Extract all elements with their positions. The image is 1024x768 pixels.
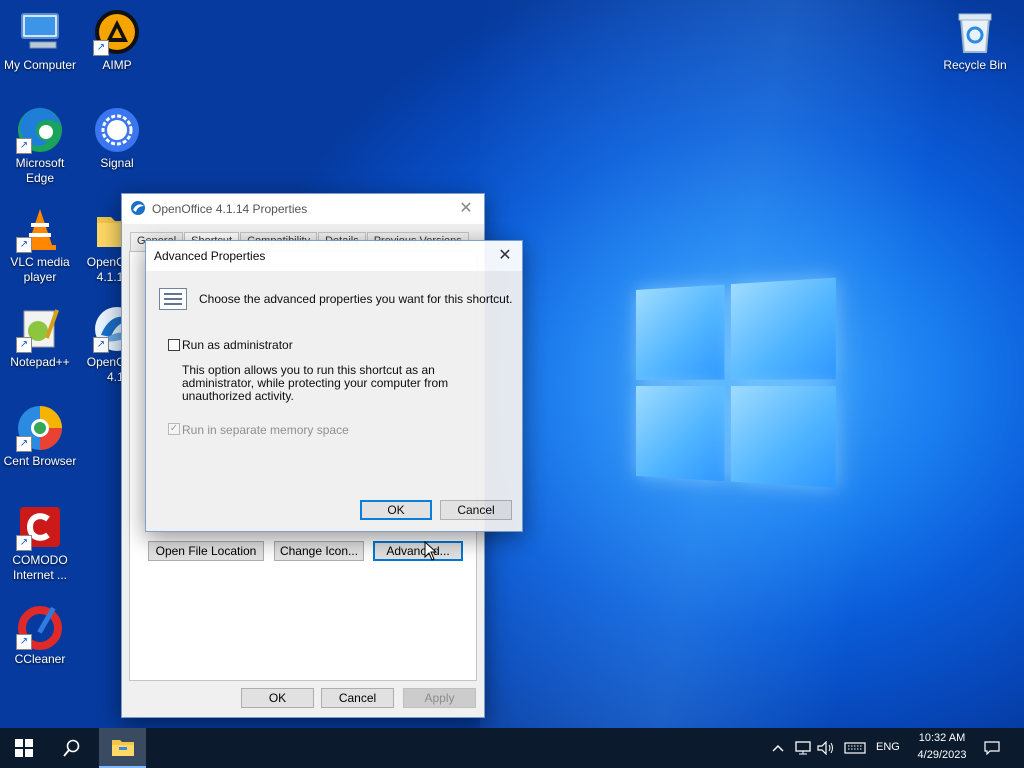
icon-label: Recycle Bin [943,58,1007,72]
shortcut-arrow-icon: ↗ [93,40,109,56]
desktop-icon-my-computer[interactable]: My Computer [0,8,80,73]
mouse-cursor-icon [424,540,438,561]
run-as-administrator-checkbox[interactable] [168,339,180,351]
cancel-button[interactable]: Cancel [321,688,394,708]
run-as-administrator-label[interactable]: Run as administrator [182,338,293,352]
clock-time[interactable]: 10:32 AM [913,732,971,744]
clock-date[interactable]: 4/29/2023 [911,749,973,761]
advanced-cancel-button[interactable]: Cancel [440,500,512,520]
icon-label: COMODO Internet ... [12,553,68,582]
shortcut-arrow-icon: ↗ [16,237,32,253]
signal-icon [93,106,141,154]
advanced-button[interactable]: Advanced... [373,541,463,561]
icon-label: Microsoft Edge [15,156,65,185]
openoffice-small-icon [130,200,146,219]
separate-memory-label: Run in separate memory space [182,423,349,437]
icon-label: Signal [100,156,134,170]
description-line: unauthorized activity. [182,389,294,403]
advanced-title: Advanced Properties [154,249,266,263]
icon-label: AIMP [102,58,132,72]
keyboard-icon [844,742,866,754]
input-language[interactable]: ENG [876,741,900,753]
icon-label: Cent Browser [3,454,77,468]
desktop-icon-edge[interactable]: ↗ Microsoft Edge [0,106,80,186]
desktop-icon-vlc[interactable]: ↗ VLC media player [0,205,80,285]
touch-keyboard-button[interactable] [842,728,868,768]
advanced-titlebar[interactable]: Advanced Properties ✕ [146,241,522,271]
desktop-icon-notepadpp[interactable]: ↗ Notepad++ [0,305,80,370]
properties-title: OpenOffice 4.1.14 Properties [152,202,308,216]
desktop-icon-recycle-bin[interactable]: Recycle Bin [935,8,1015,73]
comodo-icon: ↗ [16,503,64,551]
advanced-ok-button[interactable]: OK [360,500,432,520]
computer-icon [16,8,64,56]
taskbar: ENG 10:32 AM 4/29/2023 [0,728,1024,768]
shortcut-arrow-icon: ↗ [16,337,32,353]
properties-titlebar[interactable]: OpenOffice 4.1.14 Properties ✕ [122,194,484,224]
desktop-icon-aimp[interactable]: ↗ AIMP [77,8,157,73]
windows-logo-wallpaper [636,277,836,493]
file-explorer-icon [111,740,134,756]
shortcut-arrow-icon: ↗ [16,436,32,452]
chevron-up-icon [772,744,784,752]
icon-label: Notepad++ [10,355,70,369]
desktop-icon-signal[interactable]: Signal [77,106,157,171]
properties-list-icon [159,288,187,310]
shortcut-arrow-icon: ↗ [16,634,32,650]
search-button[interactable] [48,728,96,768]
open-file-location-button[interactable]: Open File Location [148,541,264,561]
notification-icon [984,741,1000,755]
action-center-button[interactable] [980,728,1004,768]
icon-label: CCleaner [14,652,66,666]
notepadpp-icon: ↗ [16,305,64,353]
advanced-header-text: Choose the advanced properties you want … [199,292,513,306]
taskbar-file-explorer[interactable] [99,728,146,768]
run-as-admin-description: This option allows you to run this short… [182,364,457,403]
start-button[interactable] [0,728,48,768]
separate-memory-checkbox: ✓ [168,423,180,435]
network-button[interactable] [792,728,814,768]
advanced-properties-dialog: Advanced Properties ✕ Choose the advance… [145,240,523,532]
volume-button[interactable] [816,728,836,768]
icon-label: VLC media player [10,255,70,284]
show-hidden-icons-button[interactable] [770,728,786,768]
desktop-icon-ccleaner[interactable]: ↗ CCleaner [0,602,80,667]
windows-start-icon [15,739,33,757]
desktop-icon-comodo[interactable]: ↗ COMODO Internet ... [0,503,80,583]
ccleaner-icon: ↗ [16,602,64,650]
recycle-bin-icon [951,8,999,56]
vlc-icon: ↗ [16,205,64,253]
aimp-icon: ↗ [93,8,141,56]
change-icon-button[interactable]: Change Icon... [274,541,364,561]
cent-browser-icon: ↗ [16,404,64,452]
shortcut-arrow-icon: ↗ [16,138,32,154]
shortcut-arrow-icon: ↗ [16,535,32,551]
network-icon [795,741,811,755]
search-icon [63,739,80,757]
edge-icon: ↗ [16,106,64,154]
close-icon[interactable]: ✕ [494,245,516,265]
close-icon[interactable]: ✕ [456,198,476,218]
ok-button[interactable]: OK [241,688,314,708]
icon-label: My Computer [3,58,77,72]
desktop-icon-cent-browser[interactable]: ↗ Cent Browser [0,404,80,469]
shortcut-arrow-icon: ↗ [93,337,109,353]
apply-button: Apply [403,688,476,708]
speaker-icon [817,741,833,755]
